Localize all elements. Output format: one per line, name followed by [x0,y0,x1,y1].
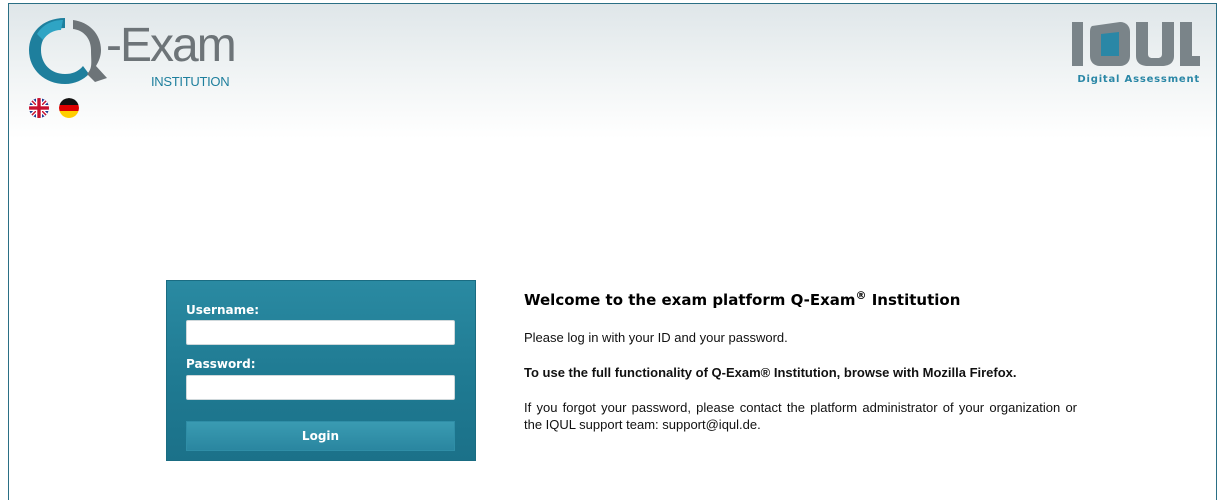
login-button[interactable]: Login [186,421,455,451]
password-label: Password: [186,357,256,371]
language-selector [29,98,79,118]
password-help-text: If you forgot your password, please cont… [524,400,1077,432]
iqul-logo-mark-icon [1072,22,1200,66]
qexam-logo: -Exam INSTITUTION [23,12,243,92]
qexam-q-mark-icon [29,18,107,84]
welcome-title-prefix: Welcome to the exam platform Q-Exam [524,291,856,309]
page-frame: -Exam INSTITUTION Digital Assessment Use… [8,3,1217,500]
iqul-logo-subtitle: Digital Assessment [1077,74,1200,85]
german-flag-icon[interactable] [59,98,79,118]
password-input[interactable] [186,375,455,400]
qexam-logo-text: -Exam [106,19,237,72]
welcome-title: Welcome to the exam platform Q-Exam® Ins… [524,289,1084,309]
welcome-title-suffix: Institution [866,291,961,309]
qexam-logo-subtitle: INSTITUTION [151,74,230,89]
login-panel: Username: Password: Login [166,280,476,461]
welcome-section: Welcome to the exam platform Q-Exam® Ins… [524,289,1084,433]
username-input[interactable] [186,320,455,345]
login-instruction: Please log in with your ID and your pass… [524,330,788,345]
uk-flag-icon[interactable] [29,98,49,118]
browser-recommendation: To use the full functionality of Q-Exam®… [524,365,1017,380]
registered-mark: ® [855,289,867,302]
iqul-logo: Digital Assessment [1070,18,1200,90]
username-label: Username: [186,303,260,317]
